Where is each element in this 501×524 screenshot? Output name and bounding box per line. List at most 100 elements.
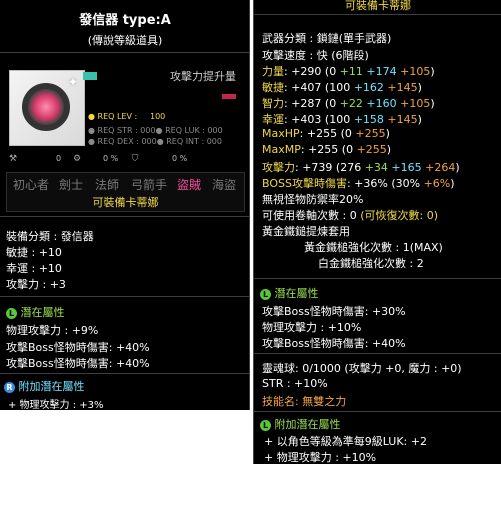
- wrench-icon: ⚒: [8, 154, 18, 164]
- stat-value: : +290 (0: [284, 65, 340, 78]
- divider: [0, 52, 250, 53]
- stat-bonus: +162: [353, 81, 384, 94]
- job-thief: 盜賊: [177, 178, 202, 192]
- potential-line: 攻擊Boss怪物時傷害: +40%: [6, 357, 150, 370]
- recoverable-slots: (可恢復次數: 0): [360, 209, 438, 222]
- stat-bonus: +105: [400, 97, 431, 110]
- stat-boss-damage: BOSS攻擊時傷害: +36% (30% +6%): [262, 175, 455, 191]
- soul-str: STR : +10%: [262, 377, 328, 390]
- req-dex-int: ● REQ DEX : 000● REQ INT : 000: [88, 137, 222, 146]
- potential-label: 潛在屬性: [20, 306, 65, 319]
- usable-by: 可裝備卡蒂娜: [345, 0, 411, 12]
- stat-bonus: +11: [339, 65, 363, 78]
- stat-value: : +403 (100: [284, 113, 354, 126]
- req-level-label: ● REQ LEV :: [88, 112, 138, 121]
- potential-line: 攻擊Boss怪物時傷害: +30%: [262, 305, 406, 318]
- job-pirate: 海盜: [212, 178, 237, 192]
- emblem-icon: [22, 83, 70, 131]
- stat-paren: ): [417, 81, 422, 94]
- stat-paren: ): [385, 127, 390, 140]
- additional-potential-line: + 物理攻擊力 : +10%: [264, 451, 377, 464]
- stat-label: MaxMP: [262, 143, 301, 156]
- req-level-value: 100: [150, 112, 166, 121]
- usable-by: 可裝備卡蒂娜: [92, 196, 159, 209]
- stat-dex: 敏捷: +407 (100 +162 +145): [262, 79, 422, 95]
- stat-label: BOSS攻擊時傷害: [262, 177, 347, 190]
- stat-bonus: +264: [425, 161, 456, 174]
- job-magician: 法師: [95, 178, 120, 192]
- additional-potential-icon: R: [4, 381, 15, 393]
- stat-paren: ): [417, 113, 422, 126]
- additional-potential-line: + 物理攻擊力 : +3%: [8, 400, 104, 411]
- stat-value: : +407 (100: [284, 81, 354, 94]
- stat-bonus: +255: [355, 127, 386, 140]
- stat-value: : +255 (0: [300, 143, 357, 156]
- stat-value: : +739 (276: [295, 161, 365, 174]
- divider: [254, 353, 501, 354]
- stat-paren: ): [450, 177, 455, 190]
- stat-label: 敏捷: [262, 81, 284, 94]
- requirements: ● REQ LEV : 100 ● REQ STR : 000● REQ LUK…: [88, 110, 228, 150]
- stat-label: 幸運: [262, 113, 284, 126]
- stat-attack: 攻擊力 : +3: [6, 278, 66, 291]
- item-tooltip-right: 可裝備卡蒂娜 武器分類 : 鎖鏈(單手武器) 攻擊速度 : 快 (6階段) 力量…: [253, 0, 501, 464]
- stat-bonus: +174: [366, 65, 397, 78]
- weapon-class: 武器分類 : 鎖鏈(單手武器): [262, 32, 392, 45]
- stat-bonus: +22: [339, 97, 363, 110]
- stat-maxmp: MaxMP: +255 (0 +255): [262, 143, 391, 156]
- potential-line: 攻擊Boss怪物時傷害: +40%: [262, 337, 406, 350]
- stat-attack: 攻擊力: +739 (276 +34 +165 +264): [262, 159, 460, 175]
- divider: [0, 216, 250, 217]
- stat-paren: ): [430, 97, 435, 110]
- stat-paren: ): [386, 143, 392, 156]
- equip-category: 裝備分類 : 發信器: [6, 230, 94, 243]
- ignore-defense: 無視怪物防禦率20%: [262, 193, 364, 206]
- potential-header: L 潛在屬性: [260, 285, 319, 301]
- divider: [0, 296, 250, 297]
- stat-value: : +255 (0: [299, 127, 356, 140]
- stat-bonus: +6%: [423, 177, 451, 190]
- additional-potential-label: 附加潛在屬性: [274, 418, 341, 431]
- stat-bonus: +255: [356, 143, 387, 156]
- stat-paren: ): [430, 65, 435, 78]
- potential-header: L 潛在屬性: [6, 304, 65, 320]
- item-grade: (傳說等級道具): [87, 34, 163, 47]
- potential-line: 攻擊Boss怪物時傷害: +40%: [6, 341, 150, 354]
- divider: [0, 373, 250, 374]
- additional-potential-header: R 附加潛在屬性: [4, 378, 85, 394]
- grade-tag: [83, 72, 97, 80]
- potential-icon: L: [260, 288, 271, 300]
- stat-bonus: +165: [391, 161, 422, 174]
- attack-increase-bar: [222, 94, 236, 99]
- stat-maxhp: MaxHP: +255 (0 +255): [262, 127, 390, 140]
- additional-potential-icon: L: [260, 419, 271, 431]
- stat-row-0: 0: [56, 154, 62, 163]
- stat-row-1: 0 %: [103, 154, 119, 163]
- stat-luk: 幸運: +403 (100 +158 +145): [262, 111, 422, 127]
- white-hammer-count: 白金鐵槌強化次數 : 2: [318, 257, 424, 270]
- item-title: 發信器 type:A: [79, 13, 171, 28]
- item-tooltip-left: 發信器 type:A (傳說等級道具) ✦ 攻擊力提升量 ● REQ LEV :…: [0, 0, 250, 411]
- divider: [254, 411, 501, 412]
- additional-potential-header: L 附加潛在屬性: [260, 416, 341, 432]
- stat-dex: 敏捷 : +10: [6, 246, 62, 259]
- upgrade-slots-text: 可使用卷軸次數 : 0: [262, 209, 357, 222]
- top-bar: 可裝備卡蒂娜: [254, 0, 501, 15]
- stat-paren: ): [455, 161, 460, 174]
- additional-potential-line: + 以角色等級為準每9級LUK: +2: [264, 435, 427, 448]
- potential-line: 物理攻擊力 : +9%: [6, 324, 99, 337]
- stat-bonus: +160: [366, 97, 397, 110]
- gear-icon: ⚙: [72, 154, 82, 164]
- attack-increase-label: 攻擊力提升量: [170, 70, 236, 83]
- stat-bonus: +145: [387, 81, 418, 94]
- stat-bonus: +145: [387, 113, 418, 126]
- golden-hammer-applied: 黃金鐵鎚提煉套用: [262, 225, 350, 238]
- potential-label: 潛在屬性: [274, 287, 319, 300]
- shield-icon: ⛉: [131, 154, 139, 164]
- stat-label: 智力: [262, 97, 284, 110]
- stat-bonus: +158: [353, 113, 384, 126]
- stat-value: : +287 (0: [284, 97, 340, 110]
- soul-skill: 技能名: 無雙之力: [262, 395, 347, 408]
- stat-bonus: +105: [400, 65, 431, 78]
- stat-bonus: +34: [364, 161, 388, 174]
